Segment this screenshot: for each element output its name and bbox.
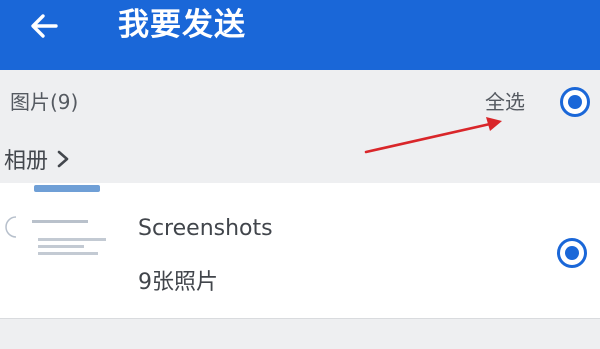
album-breadcrumb-label: 相册 [4, 149, 49, 174]
divider [0, 318, 600, 319]
annotation-arrow-icon [364, 117, 502, 154]
album-list-item[interactable]: Screenshots 9张照片 [0, 183, 600, 318]
select-all-label[interactable]: 全选 [485, 86, 525, 115]
album-select-radio[interactable] [557, 238, 587, 268]
album-breadcrumb[interactable]: 相册 [4, 144, 70, 174]
album-photo-count: 9张照片 [138, 270, 218, 295]
album-thumbnail [2, 183, 128, 313]
album-name: Screenshots [138, 216, 273, 241]
chevron-right-icon [57, 150, 69, 168]
app-header: 我要发送 [0, 0, 600, 70]
select-all-radio[interactable] [560, 87, 590, 117]
section-title: 图片(9) [10, 90, 79, 114]
back-button[interactable] [22, 4, 66, 48]
back-arrow-icon [31, 14, 58, 38]
screen: 我要发送 图片(9) 全选 相册 Screenshots 9张照片 [0, 0, 600, 349]
page-title: 我要发送 [118, 7, 246, 43]
